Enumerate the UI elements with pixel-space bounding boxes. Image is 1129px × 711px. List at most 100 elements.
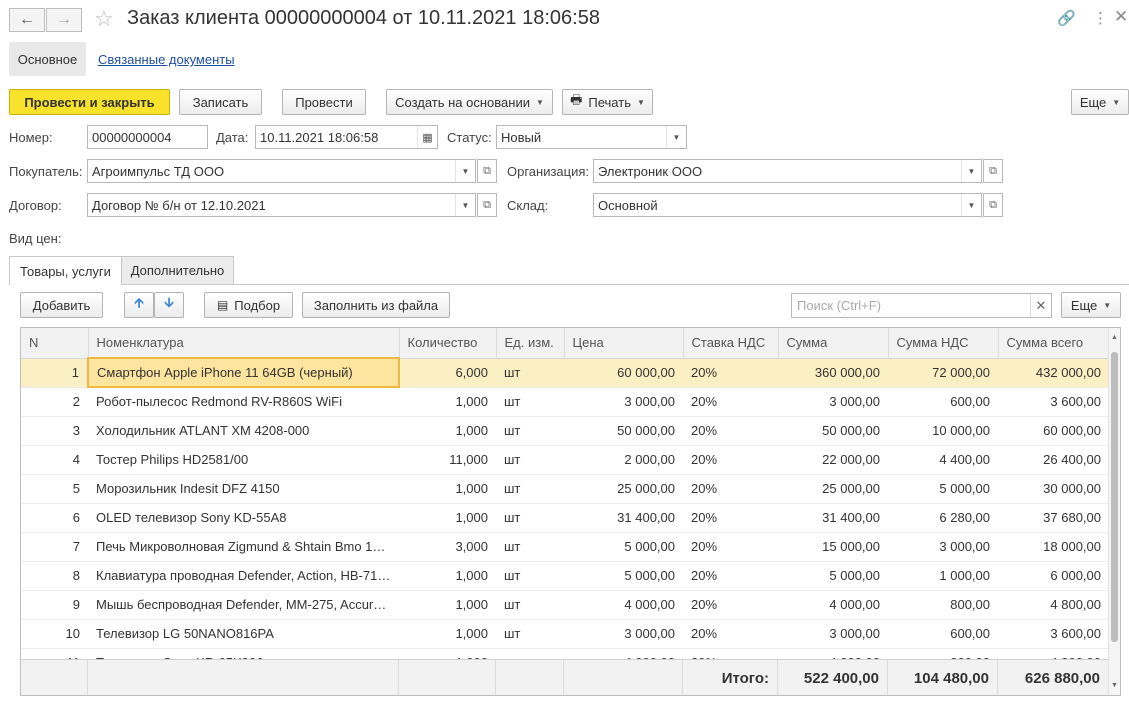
chevron-down-icon[interactable]: ▼ bbox=[961, 194, 981, 216]
cell-vat-rate[interactable]: 20% bbox=[683, 590, 778, 620]
move-up-button[interactable]: 🡩 bbox=[124, 292, 154, 318]
cell-nomenclature[interactable]: Мышь беспроводная Defender, MM-275, Accu… bbox=[88, 590, 399, 620]
column-header-n[interactable]: N bbox=[21, 328, 89, 359]
table-more-button[interactable]: Еще ▼ bbox=[1061, 292, 1121, 318]
cell-n[interactable]: 4 bbox=[21, 445, 88, 475]
table-row[interactable]: 1 Смартфон Apple iPhone 11 64GB (черный) 6… bbox=[21, 357, 1109, 388]
open-warehouse-icon[interactable]: ⧉ bbox=[983, 193, 1003, 217]
contract-field[interactable]: Договор № б/н от 12.10.2021 ▼ bbox=[87, 193, 476, 217]
cell-nomenclature[interactable]: OLED телевизор Sony KD-55A8 bbox=[88, 503, 399, 533]
cell-vat-sum[interactable]: 6 280,00 bbox=[888, 503, 998, 533]
cell-price[interactable]: 3 000,00 bbox=[564, 619, 683, 649]
section-related-documents[interactable]: Связанные документы bbox=[98, 52, 235, 67]
cell-total[interactable]: 432 000,00 bbox=[998, 358, 1109, 388]
cell-unit[interactable]: шт bbox=[496, 387, 564, 417]
link-icon[interactable]: 🔗 bbox=[1057, 9, 1076, 27]
chevron-down-icon[interactable]: ▼ bbox=[961, 160, 981, 182]
create-based-on-button[interactable]: Создать на основании ▼ bbox=[386, 89, 553, 115]
cell-vat-rate[interactable]: 20% bbox=[683, 503, 778, 533]
cell-total[interactable]: 18 000,00 bbox=[998, 532, 1109, 562]
chevron-down-icon[interactable]: ▼ bbox=[455, 194, 475, 216]
scroll-down-icon[interactable]: ▼ bbox=[1111, 682, 1118, 689]
cell-total[interactable]: 60 000,00 bbox=[998, 416, 1109, 446]
column-header-price[interactable]: Цена bbox=[564, 328, 684, 359]
cell-vat-sum[interactable]: 800,00 bbox=[888, 590, 998, 620]
buyer-field[interactable]: Агроимпульс ТД ООО ▼ bbox=[87, 159, 476, 183]
table-row[interactable]: 10 Телевизор LG 50NANO816PA 1,000 шт 3 000,0… bbox=[21, 619, 1109, 649]
cell-n[interactable]: 1 bbox=[21, 358, 88, 388]
cell-nomenclature[interactable]: Холодильник ATLANT ХМ 4208-000 bbox=[88, 416, 399, 446]
cell-sum[interactable]: 22 000,00 bbox=[778, 445, 888, 475]
table-row[interactable]: 6 OLED телевизор Sony KD-55A8 1,000 шт 31 40… bbox=[21, 503, 1109, 533]
table-row[interactable]: 2 Робот-пылесос Redmond RV-R860S WiFi 1,00… bbox=[21, 387, 1109, 417]
cell-sum[interactable]: 3 000,00 bbox=[778, 619, 888, 649]
cell-n[interactable]: 3 bbox=[21, 416, 88, 446]
scrollbar-thumb[interactable] bbox=[1111, 352, 1118, 642]
cell-n[interactable]: 2 bbox=[21, 387, 88, 417]
cell-total[interactable]: 4 800,00 bbox=[998, 590, 1109, 620]
save-button[interactable]: Записать bbox=[179, 89, 262, 115]
table-row[interactable]: 5 Морозильник Indesit DFZ 4150 1,000 шт 25 0… bbox=[21, 474, 1109, 504]
cell-total[interactable]: 3 600,00 bbox=[998, 387, 1109, 417]
cell-sum[interactable]: 360 000,00 bbox=[778, 358, 888, 388]
fill-from-file-button[interactable]: Заполнить из файла bbox=[302, 292, 450, 318]
chevron-down-icon[interactable]: ▼ bbox=[666, 126, 686, 148]
cell-nomenclature[interactable]: Морозильник Indesit DFZ 4150 bbox=[88, 474, 399, 504]
open-organization-icon[interactable]: ⧉ bbox=[983, 159, 1003, 183]
number-field[interactable]: 00000000004 bbox=[87, 125, 208, 149]
scroll-up-icon[interactable]: ▲ bbox=[1111, 334, 1118, 341]
post-button[interactable]: Провести bbox=[282, 89, 366, 115]
cell-quantity[interactable]: 3,000 bbox=[399, 532, 496, 562]
cell-nomenclature[interactable]: Печь Микроволновая Zigmund & Shtain Bmo … bbox=[88, 532, 399, 562]
cell-nomenclature[interactable]: Смартфон Apple iPhone 11 64GB (черный) bbox=[87, 357, 400, 388]
forward-button[interactable]: → bbox=[46, 8, 82, 32]
cell-unit[interactable]: шт bbox=[496, 358, 564, 388]
table-row[interactable]: 7 Печь Микроволновая Zigmund & Shtain Bmo… bbox=[21, 532, 1109, 562]
cell-vat-sum[interactable]: 5 000,00 bbox=[888, 474, 998, 504]
close-icon[interactable]: ✕ bbox=[1114, 7, 1128, 27]
tab-additional[interactable]: Дополнительно bbox=[121, 256, 234, 284]
cell-sum[interactable]: 3 000,00 bbox=[778, 387, 888, 417]
cell-quantity[interactable]: 1,000 bbox=[399, 416, 496, 446]
cell-vat-sum[interactable]: 3 000,00 bbox=[888, 532, 998, 562]
organization-field[interactable]: Электроник ООО ▼ bbox=[593, 159, 982, 183]
cell-nomenclature[interactable]: Тостер Philips HD2581/00 bbox=[88, 445, 399, 475]
column-header-vat-sum[interactable]: Сумма НДС bbox=[888, 328, 999, 359]
search-input[interactable]: Поиск (Ctrl+F) ✕ bbox=[791, 293, 1052, 318]
cell-vat-sum[interactable]: 1 000,00 bbox=[888, 561, 998, 591]
cell-sum[interactable]: 4 000,00 bbox=[778, 590, 888, 620]
cell-n[interactable]: 8 bbox=[21, 561, 88, 591]
cell-vat-rate[interactable]: 20% bbox=[683, 532, 778, 562]
column-header-quantity[interactable]: Количество bbox=[399, 328, 497, 359]
add-row-button[interactable]: Добавить bbox=[20, 292, 103, 318]
cell-price[interactable]: 60 000,00 bbox=[564, 358, 683, 388]
cell-sum[interactable]: 5 000,00 bbox=[778, 561, 888, 591]
cell-vat-rate[interactable]: 20% bbox=[683, 358, 778, 388]
cell-quantity[interactable]: 1,000 bbox=[399, 619, 496, 649]
cell-unit[interactable]: шт bbox=[496, 445, 564, 475]
pick-button[interactable]: ▤ Подбор bbox=[204, 292, 293, 318]
cell-vat-rate[interactable]: 20% bbox=[683, 561, 778, 591]
cell-unit[interactable]: шт bbox=[496, 532, 564, 562]
cell-vat-rate[interactable]: 20% bbox=[683, 416, 778, 446]
cell-sum[interactable]: 31 400,00 bbox=[778, 503, 888, 533]
table-row[interactable]: 9 Мышь беспроводная Defender, MM-275, Acc… bbox=[21, 590, 1109, 620]
cell-vat-rate[interactable]: 20% bbox=[683, 387, 778, 417]
move-down-button[interactable]: 🡫 bbox=[154, 292, 184, 318]
cell-nomenclature[interactable]: Робот-пылесос Redmond RV-R860S WiFi bbox=[88, 387, 399, 417]
column-header-nomenclature[interactable]: Номенклатура bbox=[88, 328, 400, 359]
cell-vat-sum[interactable]: 10 000,00 bbox=[888, 416, 998, 446]
section-main[interactable]: Основное bbox=[9, 42, 86, 76]
cell-quantity[interactable]: 1,000 bbox=[399, 561, 496, 591]
cell-quantity[interactable]: 6,000 bbox=[399, 358, 496, 388]
cell-price[interactable]: 2 000,00 bbox=[564, 445, 683, 475]
cell-unit[interactable]: шт bbox=[496, 503, 564, 533]
column-header-vat-rate[interactable]: Ставка НДС bbox=[683, 328, 779, 359]
cell-vat-rate[interactable]: 20% bbox=[683, 445, 778, 475]
cell-vat-sum[interactable]: 4 400,00 bbox=[888, 445, 998, 475]
tab-goods-services[interactable]: Товары, услуги bbox=[9, 256, 122, 285]
cell-vat-rate[interactable]: 20% bbox=[683, 619, 778, 649]
cell-nomenclature[interactable]: Клавиатура проводная Defender, Action, H… bbox=[88, 561, 399, 591]
cell-total[interactable]: 26 400,00 bbox=[998, 445, 1109, 475]
column-header-unit[interactable]: Ед. изм. bbox=[496, 328, 565, 359]
